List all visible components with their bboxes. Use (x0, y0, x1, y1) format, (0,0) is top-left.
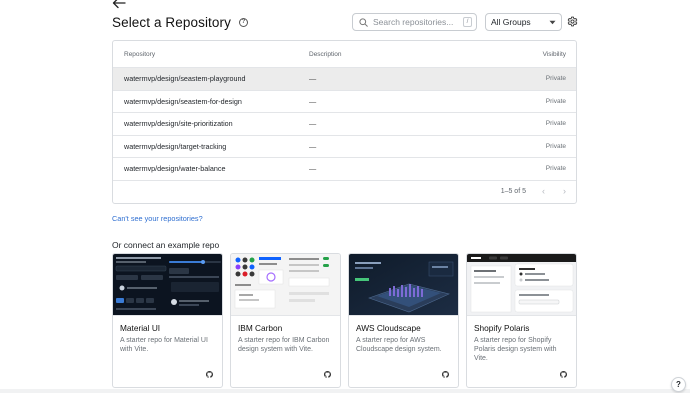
example-name: IBM Carbon (238, 323, 283, 333)
search-placeholder: Search repositories... (373, 17, 454, 27)
example-name: AWS Cloudscape (356, 323, 421, 333)
repository-table: Repository Description Visibility waterm… (112, 40, 577, 204)
shopify-polaris-preview-image (467, 254, 576, 316)
repository-description: — (309, 119, 317, 129)
repository-description: — (309, 141, 317, 151)
page-title: Select a Repository (112, 15, 231, 30)
example-description: A starter repo for Material UI with Vite… (120, 337, 208, 353)
help-icon[interactable]: ? (238, 18, 248, 27)
repository-description: — (309, 96, 317, 106)
repository-visibility: Private (545, 120, 566, 128)
repository-description: — (309, 164, 317, 174)
repository-visibility: Private (545, 75, 566, 83)
repository-name: watermvp/design/seastem-playground (124, 74, 246, 84)
example-name: Material UI (120, 323, 161, 333)
search-icon (359, 17, 368, 27)
example-description: A starter repo for Shopify Polaris desig… (474, 337, 557, 362)
cant-see-repositories-link[interactable]: Can't see your repositories? (112, 214, 203, 223)
bottom-bar (0, 389, 690, 393)
column-header-visibility: Visibility (542, 50, 566, 58)
search-input[interactable]: Search repositories... / (352, 13, 477, 31)
pagination: 1–5 of 5 ‹ › (500, 187, 568, 196)
repository-name: watermvp/design/target-tracking (124, 141, 227, 151)
repository-visibility: Private (545, 97, 566, 105)
table-row[interactable]: watermvp/design/water-balance — Private (113, 158, 576, 181)
example-description: A starter repo for AWS Cloudscape design… (356, 337, 442, 353)
table-row[interactable]: watermvp/design/target-tracking — Privat… (113, 136, 576, 158)
caret-down-icon (549, 20, 556, 24)
example-card-shopify-polaris[interactable]: Shopify Polaris A starter repo for Shopi… (466, 253, 577, 388)
example-card-aws-cloudscape[interactable]: AWS Cloudscape A starter repo for AWS Cl… (348, 253, 459, 388)
repository-visibility: Private (545, 165, 566, 173)
table-row[interactable]: watermvp/design/site-prioritization — Pr… (113, 113, 576, 136)
next-page-button[interactable]: › (561, 187, 568, 196)
repository-name: watermvp/design/seastem-for-design (124, 96, 242, 106)
aws-cloudscape-preview-image (349, 254, 458, 316)
example-card-ibm-carbon[interactable]: IBM Carbon A starter repo for IBM Carbon… (230, 253, 341, 388)
github-icon (442, 371, 449, 378)
example-description: A starter repo for IBM Carbon design sys… (238, 337, 330, 353)
example-name: Shopify Polaris (474, 323, 530, 333)
column-header-description: Description (309, 50, 342, 58)
github-icon (560, 371, 567, 378)
gear-icon[interactable] (567, 16, 578, 27)
title-row: Select a Repository ? (112, 15, 248, 30)
pagination-range: 1–5 of 5 (500, 187, 526, 195)
repository-visibility: Private (545, 142, 566, 150)
example-card-material-ui[interactable]: Material UI A starter repo for Material … (112, 253, 223, 388)
repository-name: watermvp/design/water-balance (124, 164, 226, 174)
help-button[interactable]: ? (671, 377, 686, 392)
table-row[interactable]: watermvp/design/seastem-playground — Pri… (113, 68, 576, 91)
ibm-carbon-preview-image (231, 254, 340, 316)
table-row[interactable]: watermvp/design/seastem-for-design — Pri… (113, 91, 576, 113)
github-icon (324, 371, 331, 378)
github-icon (206, 371, 213, 378)
examples-heading: Or connect an example repo (112, 240, 220, 250)
group-filter-value: All Groups (491, 17, 531, 27)
search-shortcut-key: / (463, 17, 472, 27)
group-filter-select[interactable]: All Groups (485, 13, 562, 31)
table-header: Repository Description Visibility (113, 41, 576, 68)
repository-description: — (309, 74, 317, 84)
column-header-repository: Repository (124, 50, 156, 58)
back-arrow-icon[interactable] (112, 0, 126, 9)
repository-name: watermvp/design/site-prioritization (124, 119, 233, 129)
previous-page-button[interactable]: ‹ (540, 187, 547, 196)
material-ui-preview-image (113, 254, 222, 316)
